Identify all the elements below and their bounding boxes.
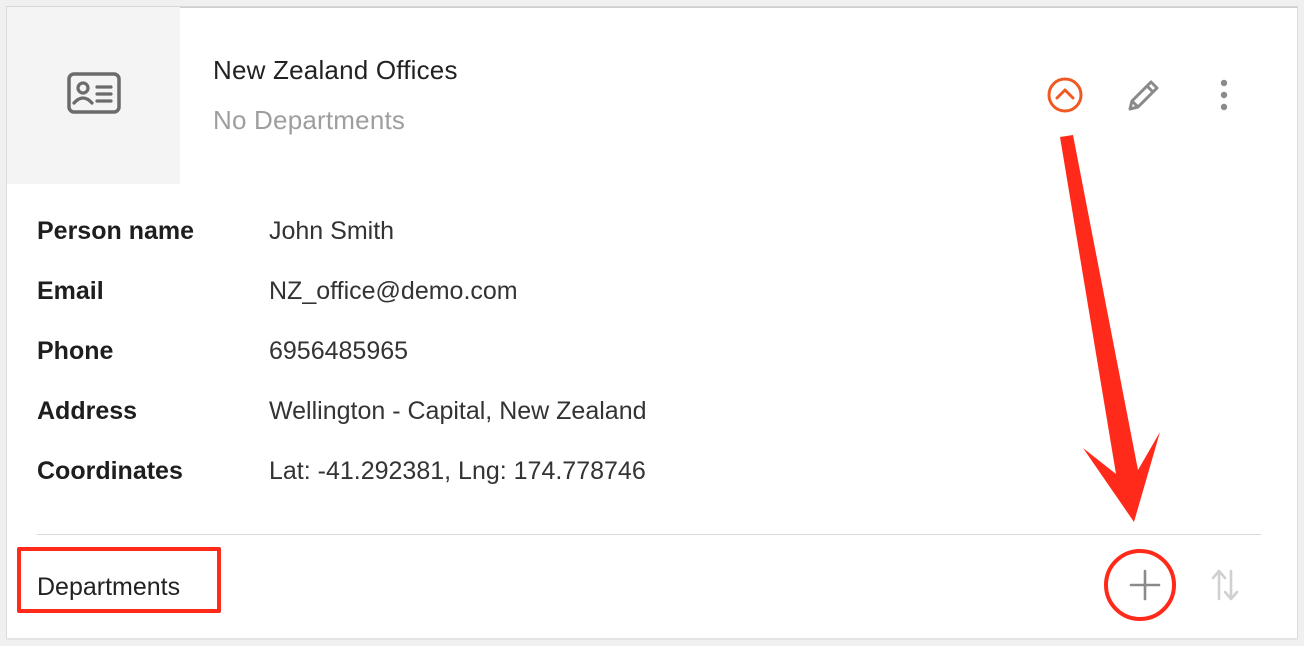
annotation-arrow-icon [1060,135,1160,522]
